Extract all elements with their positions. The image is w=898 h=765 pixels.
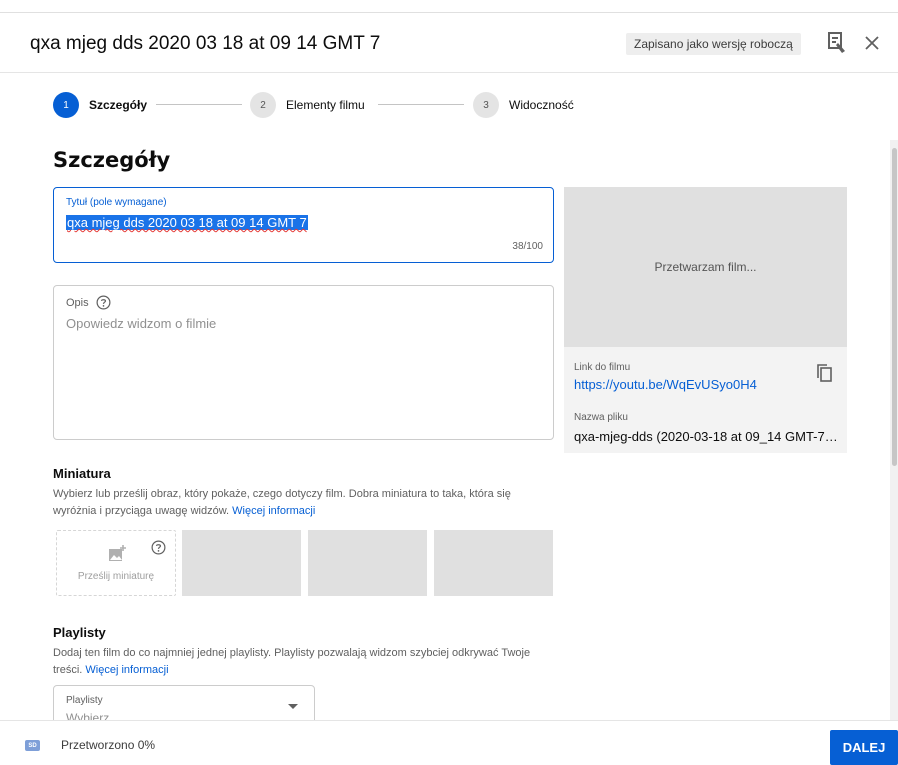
step-connector <box>156 104 242 105</box>
scrollbar-thumb[interactable] <box>892 148 897 466</box>
processing-status: Przetworzono 0% <box>61 738 156 752</box>
add-image-icon <box>109 545 126 561</box>
description-label: Opis <box>66 296 89 309</box>
video-preview: Przetwarzam film... <box>564 187 847 347</box>
section-heading: Szczegóły <box>53 148 171 172</box>
title-field-label: Tytuł (pole wymagane) <box>66 197 167 208</box>
step-number: 1 <box>53 92 79 118</box>
step-label: Widoczność <box>509 98 574 112</box>
upload-thumbnail-button[interactable]: Prześlij miniaturę <box>56 530 176 596</box>
playlist-select[interactable]: Playlisty Wybierz <box>53 685 315 725</box>
title-field[interactable]: Tytuł (pole wymagane) qxa mjeg dds 2020 … <box>53 187 554 263</box>
filename-label: Nazwa pliku <box>574 412 628 423</box>
help-icon[interactable] <box>151 540 166 555</box>
description-field[interactable]: Opis Opowiedz widzom o filmie <box>53 285 554 440</box>
dropdown-arrow-icon <box>288 704 298 709</box>
description-label-row: Opis <box>66 295 111 310</box>
step-number: 2 <box>250 92 276 118</box>
thumbnail-description: Wybierz lub prześlij obraz, który pokaże… <box>53 486 553 520</box>
dialog-header: qxa mjeg dds 2020 03 18 at 09 14 GMT 7 Z… <box>0 13 898 73</box>
upload-thumbnail-label: Prześlij miniaturę <box>77 571 155 582</box>
playlists-description: Dodaj ten film do co najmniej jednej pla… <box>53 645 553 679</box>
copy-icon[interactable] <box>815 363 833 383</box>
video-link-label: Link do filmu <box>574 362 631 373</box>
thumbnail-option[interactable] <box>434 530 553 596</box>
step-connector <box>378 104 464 105</box>
next-button[interactable]: DALEJ <box>830 730 898 765</box>
step-details[interactable]: 1 Szczegóły <box>53 89 147 121</box>
dialog-title: qxa mjeg dds 2020 03 18 at 09 14 GMT 7 <box>30 33 381 54</box>
playlist-select-label: Playlisty <box>66 695 103 706</box>
help-icon[interactable] <box>96 295 111 310</box>
upload-stepper: 1 Szczegóły 2 Elementy filmu 3 Widocznoś… <box>0 89 898 121</box>
step-number: 3 <box>473 92 499 118</box>
step-label: Elementy filmu <box>286 98 365 112</box>
sd-badge-icon: SD <box>25 740 40 751</box>
close-icon[interactable] <box>864 35 880 51</box>
video-info-card: Przetwarzam film... Link do filmu https:… <box>564 187 847 453</box>
playlists-more-info-link[interactable]: Więcej informacji <box>85 664 168 676</box>
dialog-footer: SD Przetworzono 0% DALEJ <box>0 720 898 765</box>
thumbnail-more-info-link[interactable]: Więcej informacji <box>232 505 315 517</box>
video-link[interactable]: https://youtu.be/WqEvUSyo0H4 <box>574 377 757 392</box>
description-input[interactable]: Opowiedz widzom o filmie <box>66 316 216 331</box>
thumbnail-heading: Miniatura <box>53 466 111 481</box>
title-input[interactable]: qxa mjeg dds 2020 03 18 at 09 14 GMT 7 <box>66 215 308 230</box>
thumbnail-option[interactable] <box>182 530 301 596</box>
step-label: Szczegóły <box>89 98 148 112</box>
feedback-icon[interactable] <box>826 31 848 55</box>
filename-value: qxa-mjeg-dds (2020-03-18 at 09_14 GMT-7)… <box>574 429 842 444</box>
thumbnail-option[interactable] <box>308 530 427 596</box>
step-video-elements[interactable]: 2 Elementy filmu <box>250 89 365 121</box>
character-counter: 38/100 <box>512 241 543 252</box>
processing-text: Przetwarzam film... <box>654 260 757 274</box>
draft-status-badge: Zapisano jako wersję roboczą <box>626 33 801 55</box>
playlists-heading: Playlisty <box>53 625 106 640</box>
step-visibility[interactable]: 3 Widoczność <box>473 89 574 121</box>
